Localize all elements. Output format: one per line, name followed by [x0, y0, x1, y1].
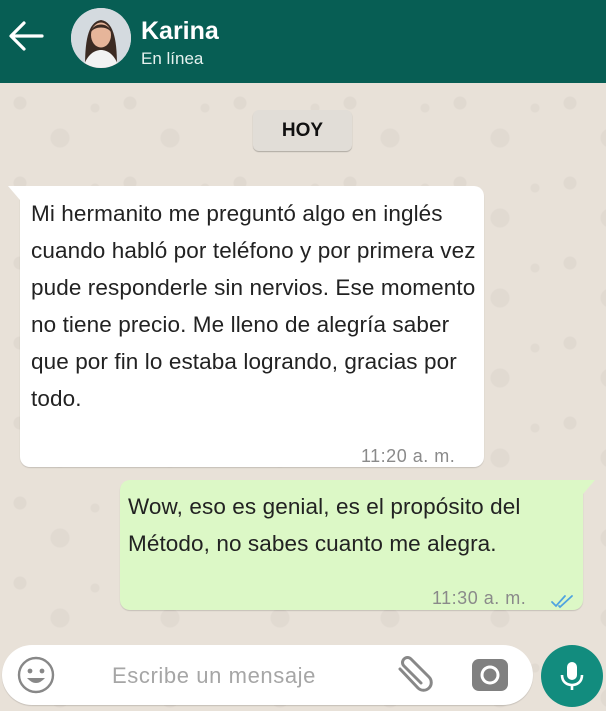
microphone-button[interactable] — [541, 645, 603, 707]
camera-icon[interactable] — [470, 655, 510, 695]
message-text: Mi hermanito me preguntó algo en inglés … — [31, 201, 476, 411]
chat-header: Karina En línea — [0, 0, 606, 83]
incoming-message-bubble[interactable]: Mi hermanito me preguntó algo en inglés … — [8, 186, 484, 467]
microphone-icon — [560, 662, 584, 690]
message-time: 11:20 a. m. — [361, 446, 456, 466]
contact-avatar[interactable] — [71, 8, 131, 68]
message-time: 11:30 a. m. — [432, 588, 527, 608]
emoji-icon[interactable] — [17, 656, 55, 694]
double-check-read-icon — [550, 584, 576, 609]
arrow-left-icon[interactable] — [6, 18, 46, 54]
contact-status: En línea — [141, 49, 204, 68]
message-composer — [2, 645, 533, 705]
message-text: Wow, eso es genial, es el propósito del … — [128, 494, 521, 556]
message-input[interactable] — [110, 659, 384, 693]
contact-name[interactable]: Karina — [141, 17, 219, 46]
date-separator: HOY — [253, 110, 352, 151]
paperclip-icon[interactable] — [390, 655, 436, 697]
outgoing-message-bubble[interactable]: Wow, eso es genial, es el propósito del … — [120, 480, 595, 610]
